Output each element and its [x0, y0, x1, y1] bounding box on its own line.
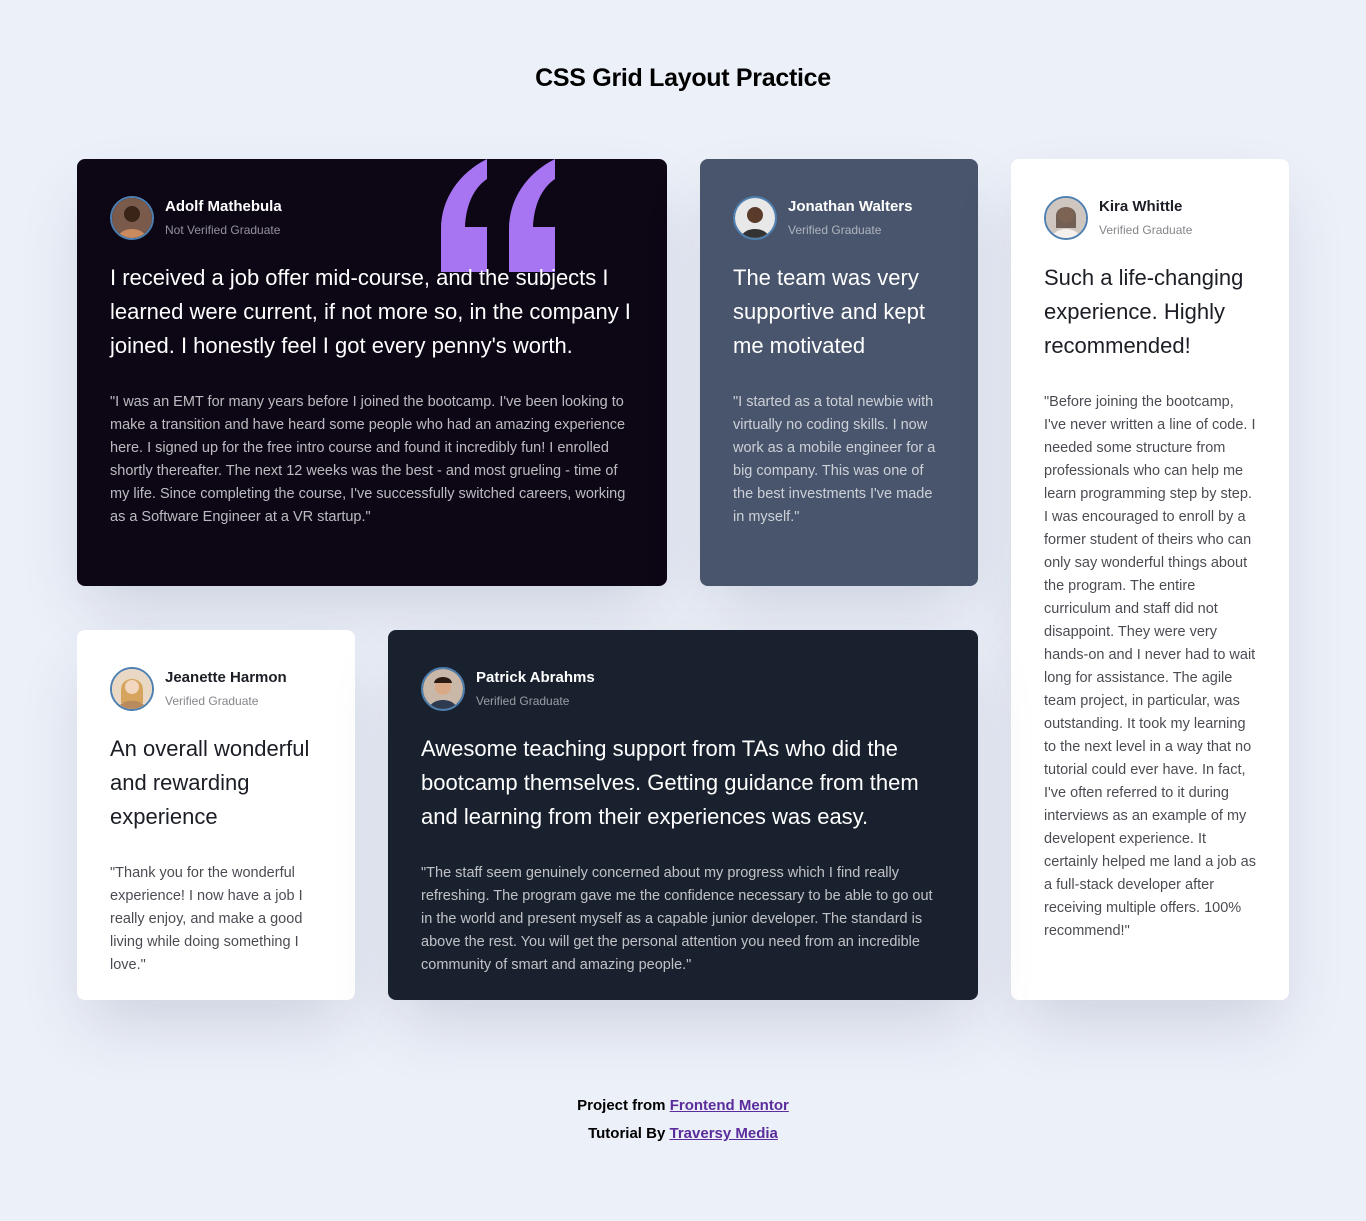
author-info: Adolf Mathebula Not Verified Graduate: [110, 195, 634, 241]
testimonial-body: "Before joining the bootcamp, I've never…: [1044, 394, 1256, 939]
avatar: [110, 667, 154, 711]
testimonial-body: "I was an EMT for many years before I jo…: [110, 394, 626, 525]
author-name: Jonathan Walters: [788, 198, 913, 215]
author-status: Verified Graduate: [788, 223, 882, 237]
testimonial-card-jonathan: Jonathan Walters Verified Graduate The t…: [700, 159, 978, 586]
avatar: [421, 667, 465, 711]
author-status: Not Verified Graduate: [165, 223, 281, 237]
person-avatar-icon: [1046, 198, 1086, 238]
footer-tutorial-prefix: Tutorial By: [588, 1125, 666, 1142]
testimonial-headline: Such a life-changing experience. Highly …: [1044, 265, 1244, 358]
author-name: Adolf Mathebula: [165, 198, 282, 215]
testimonial-body: "The staff seem genuinely concerned abou…: [421, 865, 933, 973]
avatar: [110, 196, 154, 240]
testimonial-body: "I started as a total newbie with virtua…: [733, 394, 936, 525]
person-avatar-icon: [112, 198, 152, 238]
page-title: CSS Grid Layout Practice: [535, 64, 831, 92]
person-avatar-icon: [423, 669, 463, 709]
author-status: Verified Graduate: [165, 694, 259, 708]
person-avatar-icon: [735, 198, 775, 238]
footer: Project from Frontend Mentor Tutorial By…: [0, 1092, 1366, 1148]
testimonial-headline: Awesome teaching support from TAs who di…: [421, 736, 919, 829]
avatar: [733, 196, 777, 240]
testimonial-card-adolf: Adolf Mathebula Not Verified Graduate I …: [77, 159, 667, 586]
footer-project-line: Project from Frontend Mentor: [0, 1092, 1366, 1120]
author-info: Patrick Abrahms Verified Graduate: [421, 666, 945, 712]
footer-tutorial-line: Tutorial By Traversy Media: [0, 1120, 1366, 1148]
author-name: Kira Whittle: [1099, 198, 1183, 215]
author-name: Jeanette Harmon: [165, 669, 287, 686]
author-info: Jonathan Walters Verified Graduate: [733, 195, 945, 241]
testimonial-headline: An overall wonderful and rewarding exper…: [110, 736, 310, 829]
footer-project-prefix: Project from: [577, 1097, 666, 1114]
testimonial-card-patrick: Patrick Abrahms Verified Graduate Awesom…: [388, 630, 978, 1000]
traversy-media-link[interactable]: Traversy Media: [670, 1125, 778, 1142]
author-name: Patrick Abrahms: [476, 669, 595, 686]
author-info: Jeanette Harmon Verified Graduate: [110, 666, 322, 712]
person-avatar-icon: [112, 669, 152, 709]
testimonial-card-jeanette: Jeanette Harmon Verified Graduate An ove…: [77, 630, 355, 1000]
frontend-mentor-link[interactable]: Frontend Mentor: [670, 1097, 789, 1114]
testimonial-card-kira: Kira Whittle Verified Graduate Such a li…: [1011, 159, 1289, 1000]
testimonial-body: "Thank you for the wonderful experience!…: [110, 865, 303, 973]
author-status: Verified Graduate: [476, 694, 570, 708]
author-info: Kira Whittle Verified Graduate: [1044, 195, 1256, 241]
avatar: [1044, 196, 1088, 240]
testimonial-headline: The team was very supportive and kept me…: [733, 265, 926, 358]
author-status: Verified Graduate: [1099, 223, 1193, 237]
testimonial-headline: I received a job offer mid-course, and t…: [110, 265, 631, 358]
